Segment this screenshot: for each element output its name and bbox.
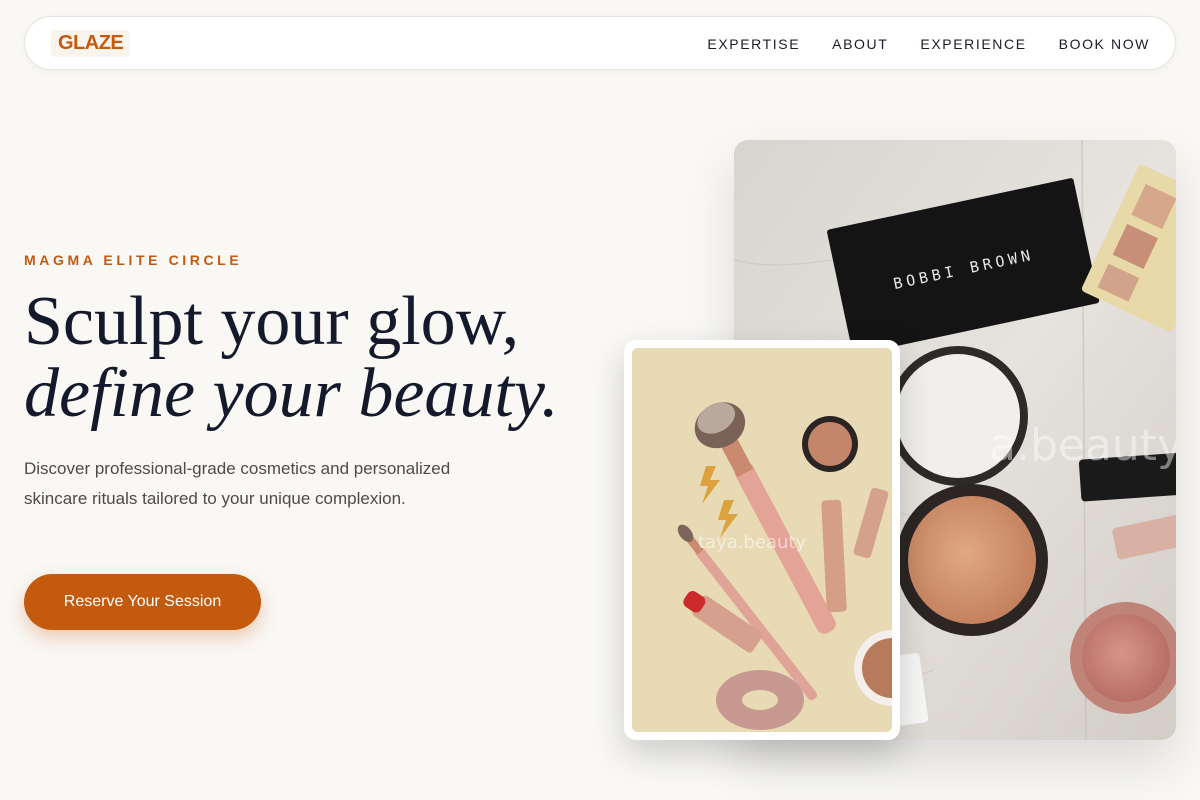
hero-headline: Sculpt your glow, define your beauty.: [24, 286, 559, 430]
nav-links: EXPERTISE ABOUT EXPERIENCE BOOK NOW: [707, 17, 1150, 71]
hero-eyebrow: MAGMA ELITE CIRCLE: [24, 252, 243, 268]
nav-link-experience[interactable]: EXPERIENCE: [920, 36, 1026, 52]
brushes-photo-card: taya.beauty: [624, 340, 900, 740]
small-photo-watermark: taya.beauty: [698, 532, 806, 553]
nav-link-book-now[interactable]: BOOK NOW: [1059, 36, 1150, 52]
nav-link-expertise[interactable]: EXPERTISE: [707, 36, 800, 52]
headline-line-1: Sculpt your glow,: [24, 283, 520, 360]
hero-description: Discover professional-grade cosmetics an…: [24, 459, 451, 508]
brand-logo[interactable]: GLAZE: [51, 30, 131, 57]
brushes-flatlay-photo: taya.beauty: [632, 348, 892, 732]
headline-line-2: define your beauty.: [24, 355, 559, 432]
main-photo-watermark: a.beauty: [989, 420, 1176, 471]
top-navbar: GLAZE EXPERTISE ABOUT EXPERIENCE BOOK NO…: [24, 16, 1176, 70]
reserve-session-button[interactable]: Reserve Your Session: [24, 574, 261, 630]
nav-link-about[interactable]: ABOUT: [832, 36, 888, 52]
